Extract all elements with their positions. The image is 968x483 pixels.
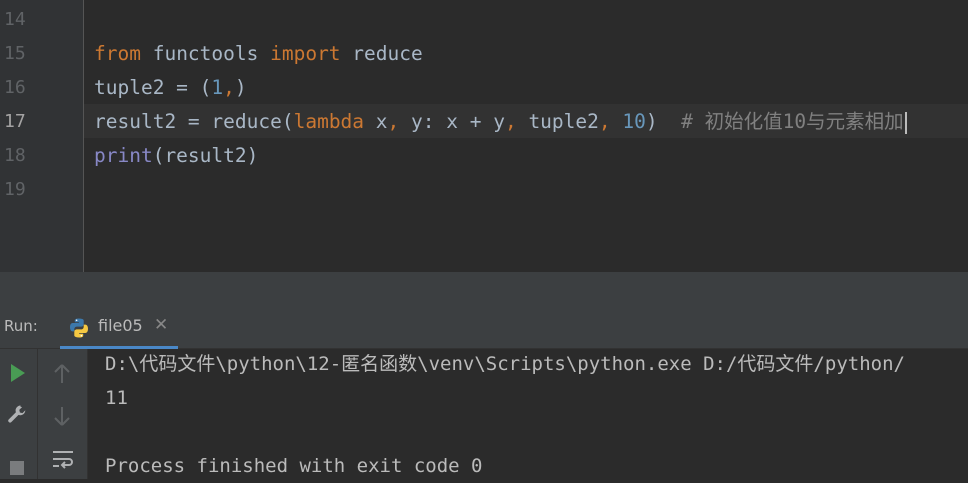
code-comment: # 初始化值10与元素相加 — [681, 110, 904, 133]
wrench-icon[interactable] — [6, 403, 28, 425]
builtin-print: print — [94, 144, 153, 167]
code-text: (result2) — [152, 144, 259, 167]
code-text: reduce — [340, 42, 423, 65]
line-number-current: 17 — [4, 111, 26, 132]
run-label: Run: — [4, 317, 38, 335]
soft-wrap-icon[interactable] — [51, 447, 75, 471]
comma: , — [223, 76, 235, 99]
code-text: y: x + y — [399, 110, 505, 133]
run-icon[interactable] — [9, 363, 27, 383]
line-number: 19 — [4, 179, 26, 200]
text-caret — [904, 111, 907, 134]
code-text: ) — [645, 110, 682, 133]
line-number: 16 — [4, 77, 26, 98]
code-text: x — [364, 110, 388, 133]
python-file-icon — [70, 318, 88, 338]
comma: , — [387, 110, 400, 133]
code-text: tuple2 = ( — [94, 76, 212, 99]
code-text: functools — [140, 42, 271, 65]
console-line-command: D:\代码文件\python\12-匿名函数\venv\Scripts\pyth… — [105, 353, 905, 375]
line-number: 15 — [4, 43, 26, 64]
keyword-lambda: lambda — [293, 110, 365, 133]
code-line-15[interactable]: from functools import reduce — [94, 37, 423, 71]
number-literal: 1 — [211, 76, 224, 99]
console-line-result: 11 — [105, 387, 128, 409]
keyword-from: from — [94, 42, 141, 65]
keyword-import: import — [270, 42, 341, 65]
panel-separator — [0, 272, 968, 306]
code-text: tuple2 — [516, 110, 599, 133]
run-actions-toolbar — [0, 349, 38, 479]
run-tab-file05[interactable]: file05 ✕ — [60, 306, 178, 349]
line-number-gutter: 14 15 16 17 18 19 — [0, 0, 84, 272]
code-line-16[interactable]: tuple2 = (1,) — [94, 71, 247, 105]
console-output[interactable]: D:\代码文件\python\12-匿名函数\venv\Scripts\pyth… — [88, 349, 968, 479]
code-text: ) — [234, 76, 247, 99]
down-arrow-icon[interactable] — [53, 405, 71, 427]
up-arrow-icon[interactable] — [53, 363, 71, 385]
line-number: 18 — [4, 145, 26, 166]
tab-label: file05 — [98, 316, 143, 335]
code-editor[interactable]: 14 15 16 17 18 19 from functools import … — [0, 0, 968, 272]
stop-icon[interactable] — [10, 461, 24, 475]
console-actions-toolbar — [38, 349, 88, 479]
code-line-18[interactable]: print(result2) — [94, 139, 258, 173]
number-literal: 10 — [622, 110, 646, 133]
close-icon[interactable]: ✕ — [154, 315, 168, 335]
console-line-exit: Process finished with exit code 0 — [105, 455, 483, 477]
run-toolwindow-header: Run: file05 ✕ — [0, 306, 968, 349]
comma: , — [504, 110, 517, 133]
comma: , — [598, 110, 611, 133]
code-text: result2 = reduce( — [94, 110, 294, 133]
line-number: 14 — [4, 9, 26, 30]
code-line-17[interactable]: result2 = reduce(lambda x, y: x + y, tup… — [94, 105, 907, 139]
